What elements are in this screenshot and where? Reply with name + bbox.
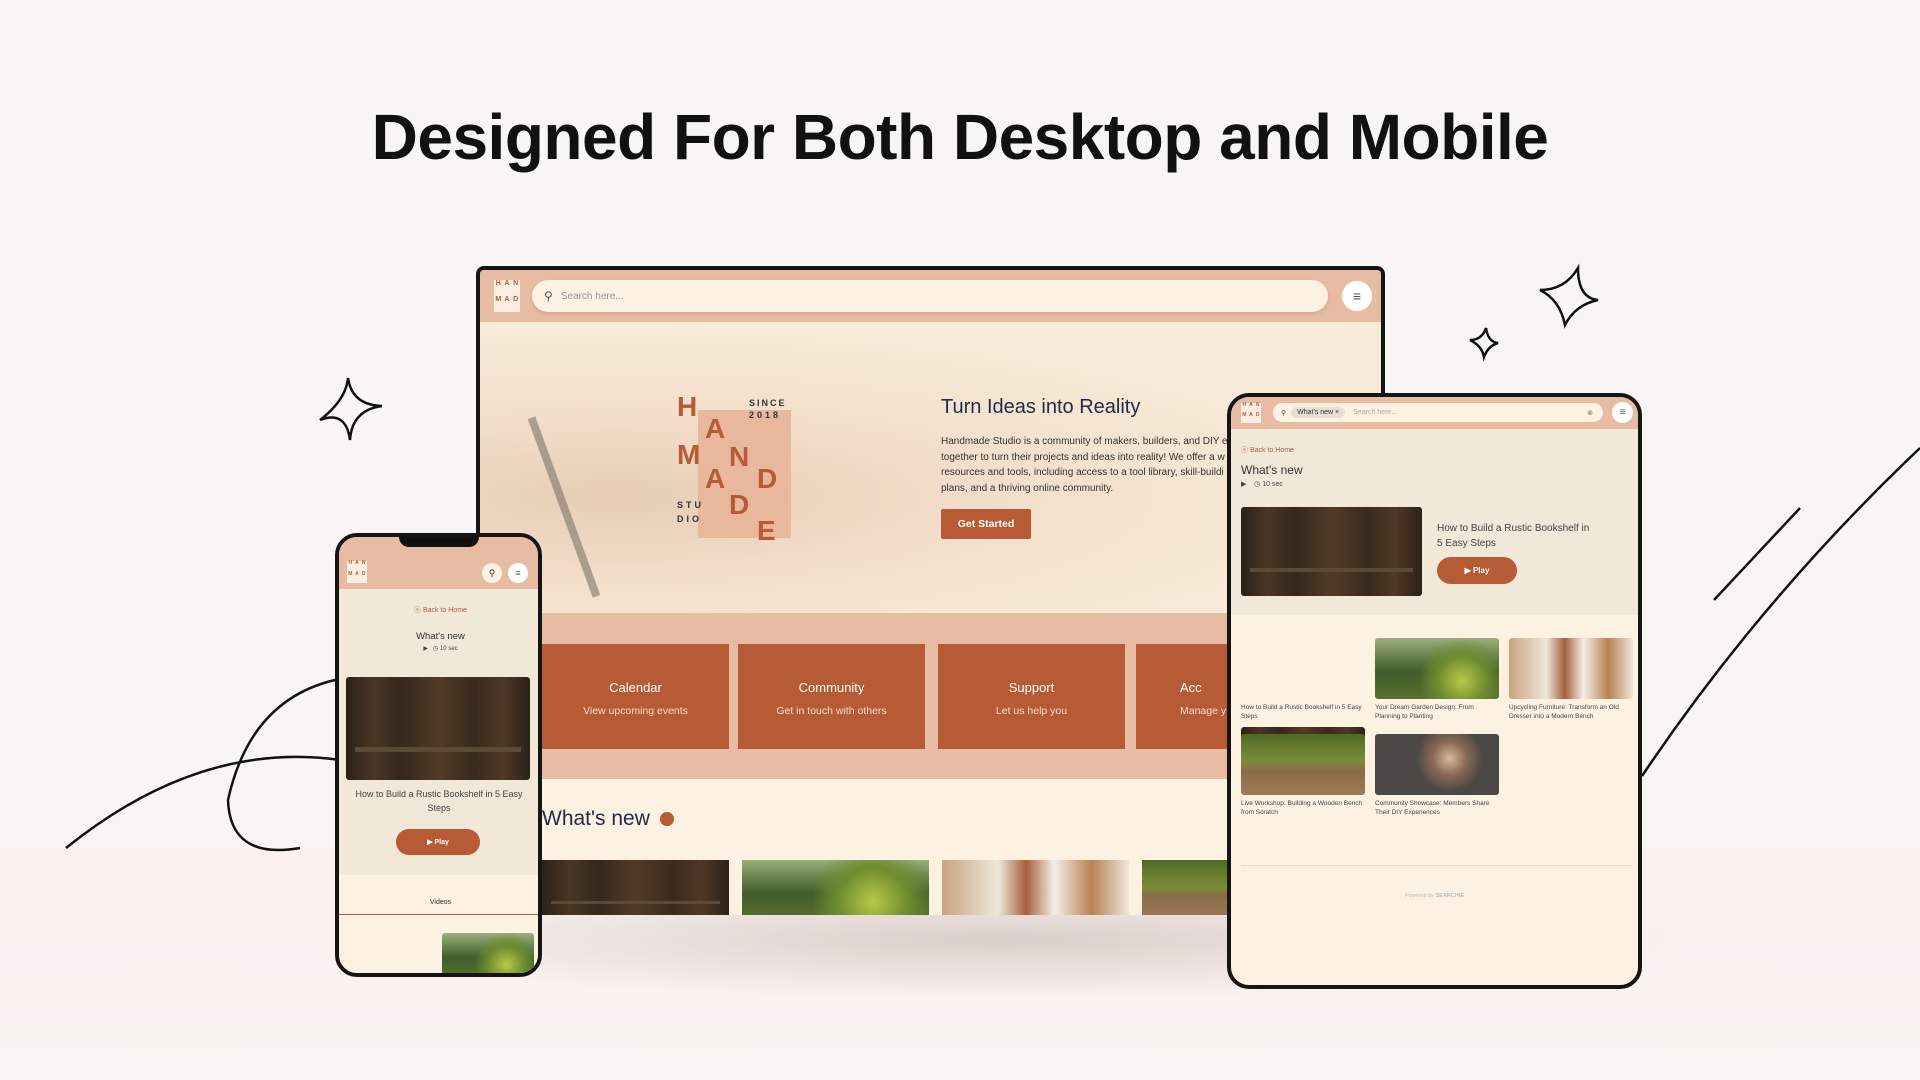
video-thumbnail[interactable]	[1375, 638, 1499, 699]
brand-logo[interactable]: HANMAD	[347, 561, 367, 583]
curve-line	[226, 678, 336, 852]
curve-line	[1640, 447, 1920, 777]
collection-meta: ▶ ◷ 10 sec	[1241, 481, 1283, 488]
play-button[interactable]: ▶ Play	[396, 829, 480, 855]
featured-thumbnail[interactable]	[346, 677, 530, 780]
hero-title: Turn Ideas into Reality	[941, 396, 1141, 418]
brand-logo[interactable]: HANMAD	[1241, 403, 1261, 423]
clock-icon: ◷	[1254, 481, 1261, 488]
search-input[interactable]: ⚲ Search here...	[532, 280, 1328, 312]
logo-letter: A	[504, 280, 510, 287]
tab-underline	[339, 914, 538, 915]
back-to-home-link[interactable]: ⓔ Back to Home	[1241, 445, 1294, 455]
video-thumbnail[interactable]	[442, 933, 534, 973]
back-to-home-link[interactable]: ⓔ Back to Home	[339, 605, 538, 615]
video-thumbnail[interactable]	[942, 860, 1129, 915]
filter-chip[interactable]: What's new ×	[1291, 407, 1346, 418]
tab-videos[interactable]: Videos	[339, 899, 538, 906]
search-input[interactable]: ⚲ What's new × Search here... ⊗	[1273, 403, 1603, 422]
featured-thumbnail[interactable]	[1241, 507, 1422, 596]
video-thumbnail[interactable]	[1509, 638, 1633, 699]
collection-meta: ▶ ◷ 10 sec	[423, 646, 458, 652]
search-icon: ⚲	[544, 289, 553, 303]
video-thumbnail[interactable]	[542, 860, 729, 915]
play-button[interactable]: ▶ Play	[1437, 557, 1517, 584]
search-placeholder: Search here...	[1353, 409, 1398, 416]
hamburger-icon[interactable]: ≡	[508, 563, 528, 583]
sparkle-icon	[1469, 327, 1499, 362]
video-title[interactable]: How to Build a Rustic Bookshelf in 5 Eas…	[1241, 703, 1365, 721]
phone-frame: HANMAD ⚲ ≡ ⓔ Back to Home What's new ▶ ◷…	[335, 533, 542, 977]
hero-body: Handmade Studio is a community of makers…	[941, 436, 1228, 494]
logo-letter: N	[513, 280, 519, 287]
logo-letter: M	[495, 296, 502, 303]
video-title[interactable]: Community Showcase: Members Share Their …	[1375, 799, 1499, 817]
dot-icon	[659, 812, 674, 826]
logo-letter: D	[513, 296, 519, 303]
curve-line	[65, 755, 341, 849]
searchie-logo: SEARCHIE	[1435, 893, 1464, 899]
video-thumbnail[interactable]	[742, 860, 929, 915]
card-community[interactable]: Community Get in touch with others	[738, 644, 925, 749]
divider	[1241, 865, 1633, 866]
logo-letter: A	[504, 296, 510, 303]
sparkle-icon	[319, 377, 383, 441]
get-started-button[interactable]: Get Started	[941, 509, 1031, 539]
search-placeholder: Search here...	[560, 290, 624, 302]
hamburger-icon[interactable]: ≡	[1612, 402, 1633, 423]
collection-title: What's new	[416, 631, 465, 642]
featured-title: How to Build a Rustic Bookshelf in 5 Eas…	[1437, 523, 1590, 549]
tablet-frame: HANMAD ⚲ What's new × Search here... ⊗ ≡…	[1227, 393, 1642, 989]
sparkle-icon	[1539, 263, 1599, 329]
video-thumbnail[interactable]	[1241, 734, 1365, 795]
video-title[interactable]: Live Workshop: Building a Wooden Bench f…	[1241, 799, 1365, 817]
search-icon: ⚲	[1281, 409, 1287, 417]
video-title[interactable]: Your Dream Garden Design: From Planning …	[1375, 703, 1499, 721]
card-support[interactable]: Support Let us help you	[938, 644, 1125, 749]
featured-title: How to Build a Rustic Bookshelf in 5 Eas…	[355, 789, 523, 813]
powered-by[interactable]: Powered by SEARCHIE	[1231, 893, 1638, 899]
clock-icon: ◷	[433, 646, 439, 652]
card-calendar[interactable]: Calendar View upcoming events	[542, 644, 729, 749]
collection-title: What's new	[1241, 463, 1303, 477]
video-icon: ▶	[1241, 481, 1247, 488]
clear-icon[interactable]: ⊗	[1587, 409, 1593, 417]
logo-letter: H	[495, 280, 501, 287]
phone-notch	[399, 537, 479, 547]
video-thumbnail[interactable]	[1375, 734, 1499, 795]
hamburger-icon[interactable]: ≡	[1342, 281, 1372, 311]
video-title[interactable]: Upcycling Furniture: Transform an Old Dr…	[1509, 703, 1633, 721]
brand-logo[interactable]: HANMAD	[494, 280, 520, 312]
video-icon: ▶	[423, 646, 428, 652]
search-icon[interactable]: ⚲	[482, 563, 502, 583]
section-title: What's new	[542, 807, 674, 831]
